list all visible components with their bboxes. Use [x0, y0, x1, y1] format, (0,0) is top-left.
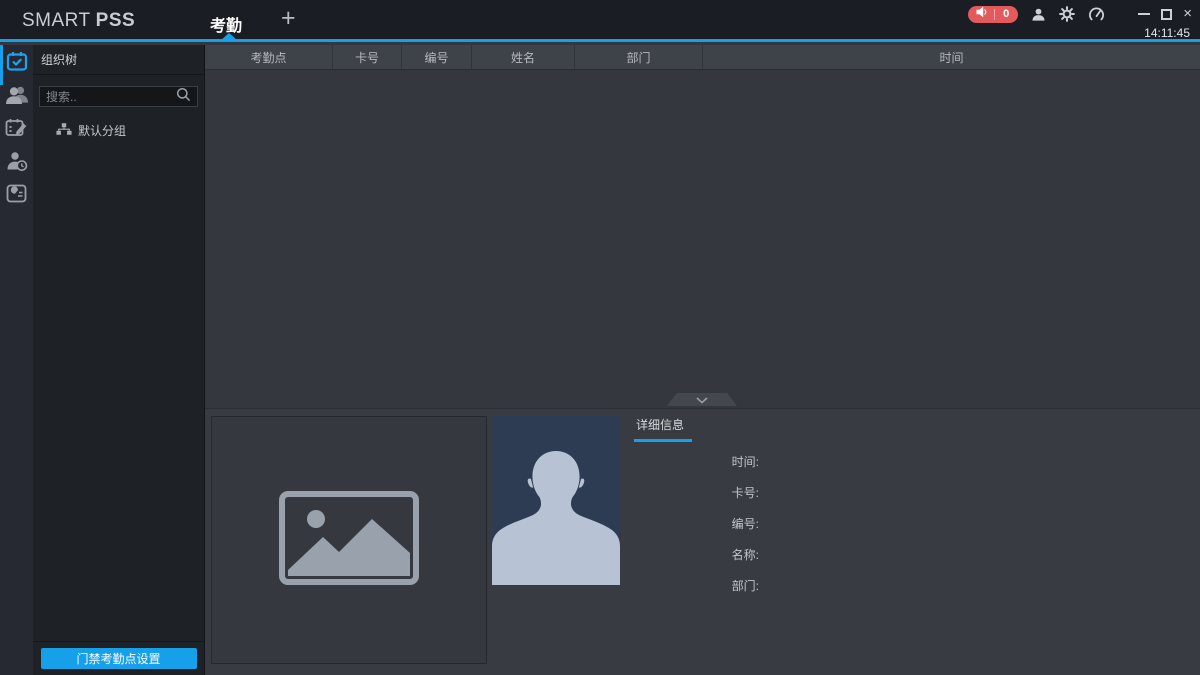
- detail-panel: 详细信息 时间: 卡号: 编号:: [205, 408, 1200, 675]
- report-card-icon: [6, 184, 27, 208]
- panel-bottom-bar: 门禁考勤点设置: [33, 641, 204, 675]
- snapshot-placeholder: [211, 416, 487, 664]
- sitemap-icon: [56, 122, 72, 139]
- app-logo: SMARTPSS: [22, 10, 135, 32]
- col-id: 编号: [402, 45, 472, 69]
- field-time-label: 时间:: [634, 453, 759, 470]
- detail-title-underline: [634, 439, 692, 442]
- magnifier-icon[interactable]: [176, 87, 191, 107]
- rail-item-personnel[interactable]: [3, 86, 31, 108]
- person-silhouette-icon: [492, 434, 620, 586]
- smartpss-window: SMARTPSS 考勤 + 0: [0, 0, 1200, 675]
- access-attendance-point-settings-button[interactable]: 门禁考勤点设置: [41, 648, 197, 669]
- col-department: 部门: [575, 45, 703, 69]
- field-name-label: 名称:: [634, 546, 759, 563]
- col-time: 时间: [703, 45, 1200, 69]
- users-icon: [5, 85, 29, 110]
- field-card-number-label: 卡号:: [634, 484, 759, 501]
- detail-fields: 时间: 卡号: 编号: 名称:: [634, 446, 905, 601]
- window-controls: ×: [1127, 7, 1192, 21]
- portrait-placeholder: [492, 416, 620, 586]
- col-name: 姓名: [472, 45, 575, 69]
- search-box[interactable]: [39, 86, 198, 107]
- detail-collapse-handle[interactable]: [667, 393, 737, 406]
- close-icon[interactable]: ×: [1183, 7, 1192, 21]
- field-department: 部门:: [634, 570, 905, 601]
- titlebar: SMARTPSS 考勤 + 0: [0, 0, 1200, 42]
- tree-item-default-group[interactable]: 默认分组: [33, 122, 204, 139]
- logo-smart: SMART: [22, 10, 91, 31]
- module-rail: [0, 45, 33, 675]
- user-icon[interactable]: [1031, 7, 1046, 22]
- field-name: 名称:: [634, 539, 905, 570]
- new-tab-button[interactable]: +: [281, 4, 296, 33]
- field-department-label: 部门:: [634, 577, 759, 594]
- gear-icon[interactable]: [1059, 6, 1075, 22]
- person-clock-icon: [6, 151, 28, 176]
- org-tree-panel: 组织树 默认分组 门禁考勤点设置: [33, 45, 205, 675]
- rail-item-attendance[interactable]: [3, 53, 31, 75]
- content-area: 考勤点 卡号 编号 姓名 部门 时间: [205, 45, 1200, 675]
- rail-item-shift-config[interactable]: [3, 119, 31, 141]
- system-time: 14:11:45: [1144, 26, 1190, 40]
- col-attendance-point: 考勤点: [205, 45, 333, 69]
- alarm-sound-badge[interactable]: 0: [968, 6, 1018, 23]
- gauge-icon[interactable]: [1088, 6, 1105, 22]
- panel-title: 组织树: [33, 45, 204, 75]
- main-area: 组织树 默认分组 门禁考勤点设置: [0, 45, 1200, 675]
- field-card-number: 卡号:: [634, 477, 905, 508]
- pill-divider: [994, 9, 995, 20]
- chevron-down-icon: [696, 391, 708, 409]
- alarm-count: 0: [1003, 6, 1009, 23]
- minimize-icon[interactable]: [1138, 13, 1150, 15]
- image-placeholder-icon: [279, 491, 419, 590]
- speaker-icon: [976, 5, 987, 23]
- field-time: 时间:: [634, 446, 905, 477]
- search-input[interactable]: [46, 90, 176, 104]
- col-card-number: 卡号: [333, 45, 402, 69]
- table-header-row: 考勤点 卡号 编号 姓名 部门 时间: [205, 45, 1200, 70]
- calendar-check-icon: [6, 51, 28, 77]
- rail-item-attendance-handling[interactable]: [3, 152, 31, 174]
- active-tab-indicator: [221, 33, 237, 40]
- detail-title: 详细信息: [634, 414, 686, 433]
- calendar-edit-icon: [5, 118, 28, 143]
- maximize-icon[interactable]: [1161, 9, 1172, 20]
- rail-active-indicator: [0, 45, 3, 85]
- field-id-label: 编号:: [634, 515, 759, 532]
- table-body-empty: [205, 70, 1200, 408]
- detail-info: 详细信息 时间: 卡号: 编号:: [634, 414, 905, 601]
- field-id: 编号:: [634, 508, 905, 539]
- logo-pss: PSS: [96, 10, 136, 31]
- tree-item-label: 默认分组: [78, 122, 126, 139]
- titlebar-controls: 0: [968, 4, 1192, 24]
- rail-item-report[interactable]: [3, 185, 31, 207]
